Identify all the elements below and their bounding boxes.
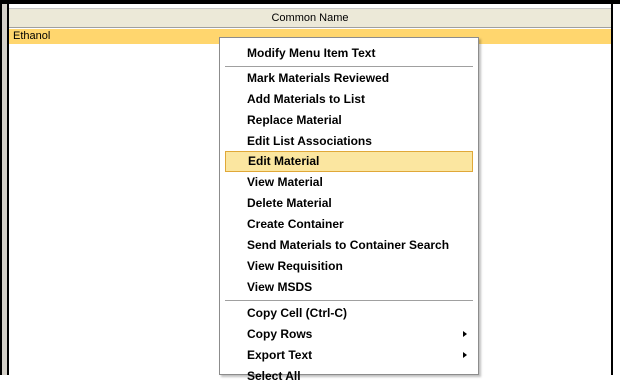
submenu-arrow-icon [463,352,467,358]
column-header-label: Common Name [271,12,349,24]
menu-item-copy-cell[interactable]: Copy Cell (Ctrl-C) [225,303,473,324]
menu-item-view-msds[interactable]: View MSDS [225,277,473,298]
menu-item-create-container[interactable]: Create Container [225,214,473,235]
menu-item-view-requisition[interactable]: View Requisition [225,256,473,277]
window-frame-left-inner [7,4,9,375]
context-menu: Modify Menu Item Text Mark Materials Rev… [219,37,479,383]
menu-item-delete-material[interactable]: Delete Material [225,193,473,214]
menu-item-view-material[interactable]: View Material [225,172,473,193]
menu-item-select-all[interactable]: Select All [225,366,473,387]
cell-common-name[interactable]: Ethanol [13,30,50,42]
window-frame-right-gap [613,4,620,375]
menu-separator [225,66,473,67]
column-header-common-name[interactable]: Common Name [9,8,611,28]
menu-item-export-text[interactable]: Export Text [225,345,473,366]
menu-item-add-materials-to-list[interactable]: Add Materials to List [225,89,473,110]
menu-item-edit-material[interactable]: Edit Material [225,151,473,172]
menu-separator [225,300,473,301]
menu-item-mark-materials-reviewed[interactable]: Mark Materials Reviewed [225,68,473,89]
menu-item-modify-menu-item-text[interactable]: Modify Menu Item Text [225,43,473,64]
menu-item-edit-list-associations[interactable]: Edit List Associations [225,131,473,152]
submenu-arrow-icon [463,331,467,337]
window-frame-top [0,0,620,4]
menu-item-copy-rows[interactable]: Copy Rows [225,324,473,345]
menu-item-send-materials-to-container-search[interactable]: Send Materials to Container Search [225,235,473,256]
menu-item-replace-material[interactable]: Replace Material [225,110,473,131]
